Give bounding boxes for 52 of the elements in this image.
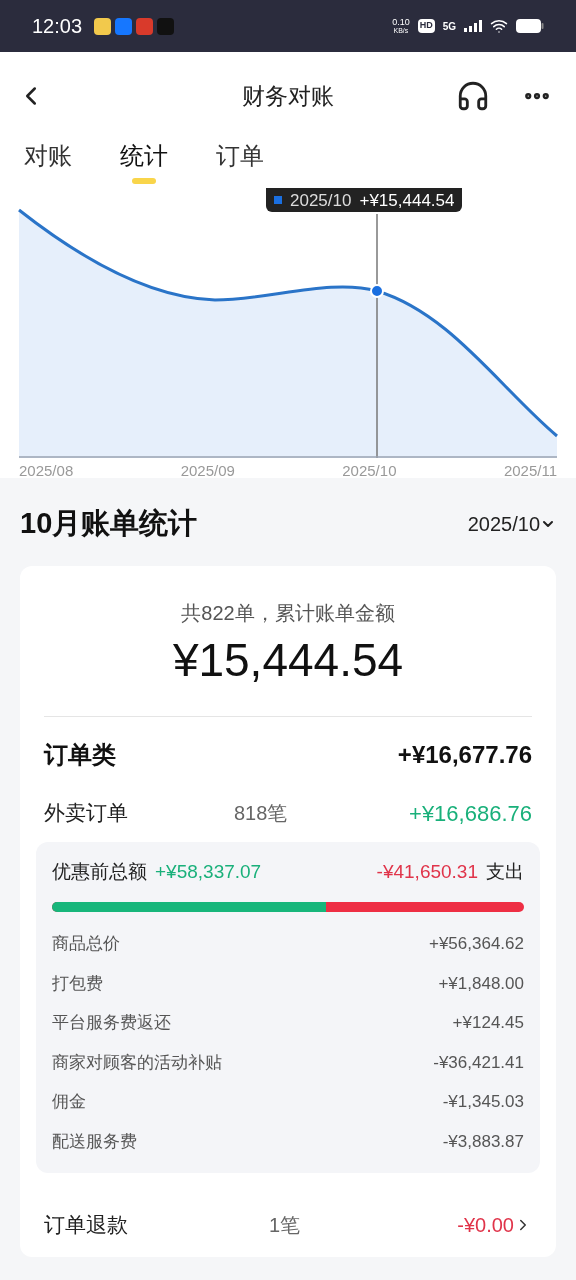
tooltip-date: 2025/10 — [290, 191, 352, 209]
item-label: 打包费 — [52, 972, 103, 995]
item-label: 商家对顾客的活动补贴 — [52, 1051, 222, 1074]
row-count: 1笔 — [269, 1212, 301, 1238]
wifi-icon — [490, 17, 508, 35]
income-label: 优惠前总额 — [52, 859, 147, 884]
row-amount: +¥16,686.76 — [409, 799, 532, 828]
item-label: 配送服务费 — [52, 1130, 137, 1153]
expense-label: 支出 — [486, 859, 524, 884]
income-amount: +¥58,337.07 — [155, 859, 262, 884]
page-title: 财务对账 — [242, 81, 334, 111]
app-icon — [136, 17, 154, 35]
battery-icon — [516, 19, 544, 33]
summary-caption: 共822单，累计账单金额 — [180, 600, 396, 626]
item-amount: -¥1,345.03 — [442, 1091, 524, 1113]
app-icon — [157, 17, 175, 35]
support-icon[interactable] — [456, 79, 490, 113]
network-type: 5G — [442, 19, 456, 34]
legend-marker — [274, 196, 282, 204]
signal-icon — [464, 20, 482, 32]
axis-label: 2025/10 — [342, 461, 397, 481]
row-label: 订单退款 — [44, 1212, 129, 1238]
app-icon — [94, 17, 112, 35]
item-label: 平台服务费返还 — [52, 1012, 171, 1034]
axis-label: 2025/08 — [19, 461, 74, 481]
item-label: 佣金 — [52, 1091, 86, 1113]
item-amount: -¥3,883.87 — [442, 1130, 524, 1153]
item-amount: +¥56,364.62 — [429, 933, 524, 955]
tab[interactable]: 对账 — [24, 140, 72, 184]
tooltip-value: +¥15,444.54 — [359, 191, 455, 209]
app-icon — [115, 17, 133, 35]
tab[interactable]: 统计 — [120, 140, 168, 184]
expense-amount: -¥41,650.31 — [376, 859, 478, 884]
row-count: 818笔 — [234, 801, 288, 826]
item-amount: +¥124.45 — [452, 1012, 524, 1034]
row-label: 外卖订单 — [44, 800, 129, 827]
clock: 12:03 — [32, 14, 83, 39]
axis-label: 2025/09 — [180, 461, 235, 481]
period-dropdown[interactable]: 2025/10 — [467, 508, 556, 539]
row-amount: -¥0.00 — [457, 1212, 514, 1238]
section-title: 10月账单统计 — [20, 506, 198, 541]
total-amount: ¥15,444.54 — [171, 632, 405, 688]
tab[interactable]: 订单 — [216, 140, 264, 184]
category-name: 订单类 — [44, 739, 116, 770]
item-amount: +¥1,848.00 — [438, 972, 524, 995]
item-amount: -¥36,421.41 — [433, 1051, 524, 1074]
axis-label: 2025/11 — [503, 461, 557, 481]
hd-badge: HD — [417, 19, 435, 33]
item-label: 商品总价 — [52, 933, 120, 955]
data-point — [370, 284, 384, 298]
net-speed: 0.10 — [392, 18, 410, 27]
category-amount: +¥16,677.76 — [397, 739, 532, 770]
